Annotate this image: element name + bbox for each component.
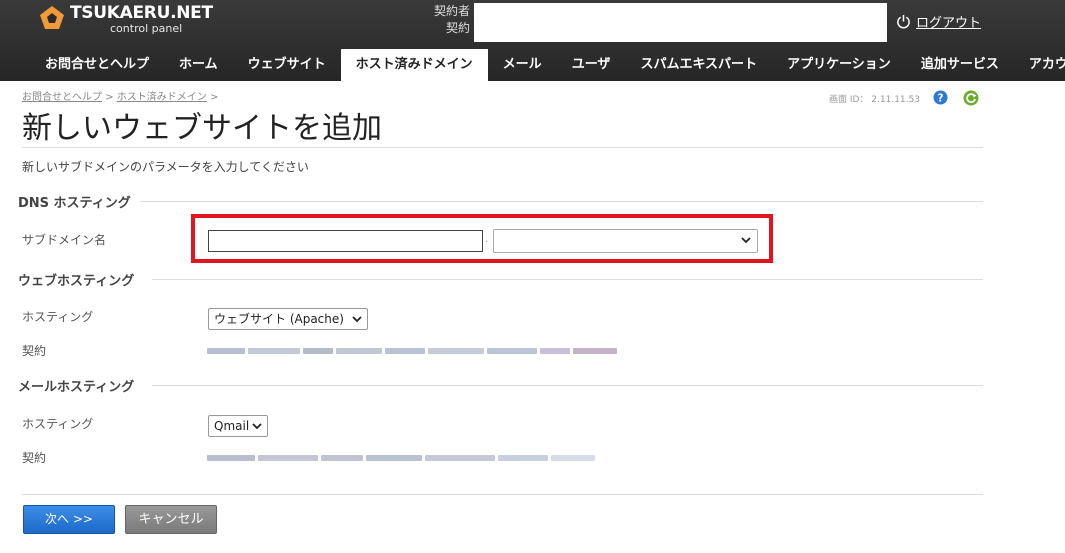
section-divider <box>152 385 983 386</box>
page-title: 新しいウェブサイトを追加 <box>22 111 382 146</box>
web-contract-value-redacted <box>207 344 620 358</box>
nav-tab-users[interactable]: ユーザ <box>557 49 626 81</box>
breadcrumb-separator: > <box>209 92 219 103</box>
breadcrumb-separator: > <box>105 92 114 103</box>
subdomain-label: サブドメイン名 <box>22 233 107 247</box>
breadcrumb: お問合せとヘルプ > ホスト済みドメイン > <box>22 88 218 103</box>
section-divider <box>140 201 983 202</box>
power-icon <box>897 14 910 29</box>
domain-separator: . <box>485 234 489 245</box>
cancel-button[interactable]: キャンセル <box>125 505 217 534</box>
footer-divider <box>22 494 983 495</box>
section-dns-hosting: DNS ホスティング <box>18 192 139 211</box>
chevron-down-icon <box>252 423 262 430</box>
screen-id: 画面 ID： 2.11.11.53 <box>829 95 920 105</box>
section-divider <box>152 279 983 280</box>
chevron-down-icon <box>352 316 362 323</box>
next-button[interactable]: 次へ >> <box>23 505 115 534</box>
svg-text:?: ? <box>938 92 944 104</box>
web-hosting-value: ウェブサイト (Apache) <box>214 312 344 326</box>
mail-hosting-label: ホスティング <box>22 417 94 431</box>
main-nav: お問合せとヘルプ ホーム ウェブサイト ホスト済みドメイン メール ユーザ スパ… <box>30 49 1065 81</box>
web-hosting-select[interactable]: ウェブサイト (Apache) <box>208 308 368 330</box>
web-contract-label: 契約 <box>22 344 47 358</box>
contract-label: 契約 <box>445 21 470 35</box>
breadcrumb-help-link[interactable]: お問合せとヘルプ <box>22 92 102 103</box>
logo[interactable]: TSUKAERU.NET control panel <box>38 2 213 42</box>
logo-pentagon-icon <box>40 6 64 29</box>
web-hosting-label: ホスティング <box>22 310 94 324</box>
breadcrumb-hosted-domains-link[interactable]: ホスト済みドメイン <box>117 92 207 103</box>
nav-tab-mail[interactable]: メール <box>488 49 557 81</box>
contractor-label: 契約者 <box>433 4 470 18</box>
chevron-down-icon <box>741 237 751 244</box>
nav-tab-websites[interactable]: ウェブサイト <box>233 49 341 81</box>
mail-hosting-select[interactable]: Qmail <box>208 415 268 437</box>
account-labels: 契約者 契約 <box>422 3 470 37</box>
nav-tab-help[interactable]: お問合せとヘルプ <box>30 49 164 81</box>
nav-tab-spam-expert[interactable]: スパムエキスパート <box>625 49 772 81</box>
subdomain-input[interactable] <box>208 230 483 252</box>
help-icon[interactable]: ? <box>933 90 948 105</box>
nav-tab-additional-services[interactable]: 追加サービス <box>906 49 1014 81</box>
section-web-hosting: ウェブホスティング <box>18 270 143 289</box>
intro-text: 新しいサブドメインのパラメータを入力してください <box>22 160 309 174</box>
logout-label: ログアウト <box>916 16 982 31</box>
section-mail-hosting: メールホスティング <box>18 376 143 395</box>
logo-subtitle: control panel <box>110 22 183 35</box>
nav-tab-applications[interactable]: アプリケーション <box>772 49 906 81</box>
nav-tab-home[interactable]: ホーム <box>164 49 233 81</box>
mail-contract-label: 契約 <box>22 451 47 465</box>
mail-contract-value-redacted <box>207 451 598 465</box>
nav-tab-hosted-domains[interactable]: ホスト済みドメイン <box>340 49 488 81</box>
top-header: TSUKAERU.NET control panel 契約者 契約 ログアウト … <box>0 0 1065 81</box>
refresh-icon[interactable] <box>963 90 979 106</box>
logout-link[interactable]: ログアウト <box>896 12 981 31</box>
nav-tab-account[interactable]: アカウント <box>1014 49 1065 81</box>
title-divider <box>22 147 983 148</box>
account-info-box <box>474 3 887 42</box>
mail-hosting-value: Qmail <box>214 419 250 433</box>
logo-title: TSUKAERU.NET <box>70 3 213 23</box>
domain-select[interactable] <box>493 229 758 253</box>
